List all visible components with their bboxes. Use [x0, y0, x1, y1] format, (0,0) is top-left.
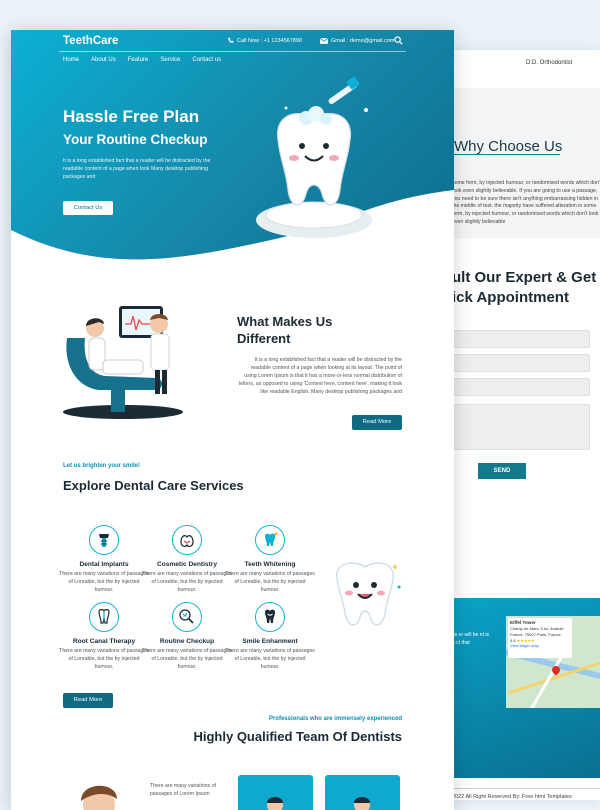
doctor-avatar — [81, 785, 117, 810]
service-title: Root Canal Therapy — [72, 638, 136, 645]
contact-us-button[interactable]: Contact Us — [63, 201, 113, 215]
service-card[interactable]: Root Canal Therapy There are many variat… — [59, 602, 149, 671]
contact-bar: Call Now : +1 1234567890 Gmail : demo@gm… — [227, 37, 394, 44]
tooth-mascot-illustration — [256, 76, 372, 238]
service-card[interactable]: Teeth Whitening There are many variation… — [225, 525, 315, 594]
root-canal-icon — [89, 602, 119, 632]
search-icon[interactable] — [394, 36, 403, 45]
why-choose-text: some form, by injected humour, or random… — [452, 180, 600, 225]
checkup-icon — [172, 602, 202, 632]
call-number[interactable]: Call Now : +1 1234567890 — [237, 38, 302, 44]
dentist-card[interactable] — [325, 775, 400, 810]
email-address[interactable]: Gmail : demo@gmail.com — [331, 38, 394, 44]
service-text: There are many variations of passages of… — [225, 648, 315, 670]
message-field[interactable] — [452, 404, 590, 450]
doctor-caption: D.D. Orthodontist — [526, 60, 573, 66]
different-title: What Makes Us Different — [237, 314, 332, 348]
different-text: It is a long established fact that a rea… — [238, 357, 402, 396]
consult-line-1: ult Our Expert & Get — [452, 269, 597, 286]
dentist-avatar — [267, 797, 283, 810]
services-read-more-button[interactable]: Read More — [63, 693, 113, 708]
consult-line-2: ick Appointment — [452, 289, 569, 307]
map-info-card: Eiffel Tower Champ de Mars, 5 Av. Anatol… — [508, 618, 572, 658]
main-page: TeethCare Call Now : +1 1234567890 Gmail… — [11, 30, 454, 810]
read-more-button[interactable]: Read More — [352, 415, 402, 430]
service-text: There are many variations of passages of… — [59, 571, 149, 593]
services-tagline: Let us brighten your smile! — [63, 463, 141, 469]
dentist-avatar — [354, 797, 370, 810]
implant-icon — [89, 525, 119, 555]
main-nav: Home About Us Feature Service Contact us — [63, 57, 221, 63]
service-title: Routine Checkup — [159, 638, 215, 645]
service-card[interactable]: Dental Implants There are many variation… — [59, 525, 149, 594]
nav-about[interactable]: About Us — [91, 57, 116, 63]
dentist-card[interactable] — [238, 775, 313, 810]
nav-home[interactable]: Home — [63, 57, 79, 63]
map-embed[interactable]: Eiffel Tower Champ de Mars, 5 Av. Anatol… — [506, 616, 600, 708]
site-logo[interactable]: TeethCare — [63, 35, 118, 47]
services-title: Explore Dental Care Services — [63, 478, 244, 493]
service-title: Dental Implants — [79, 561, 129, 568]
service-card[interactable]: Smile Enhanment There are many variation… — [225, 602, 315, 671]
rating-value: 4.6 — [510, 637, 516, 643]
service-text: There are many variations of passages of… — [142, 648, 232, 670]
team-text: There are many variations of passages of… — [150, 783, 217, 798]
footer-divider — [450, 788, 600, 789]
name-field[interactable] — [452, 330, 590, 348]
send-button[interactable]: SEND — [478, 463, 526, 479]
service-card[interactable]: Cosmetic Dentistry There are many variat… — [142, 525, 232, 594]
service-title: Teeth Whitening — [244, 561, 296, 568]
hero-text: It is a long established fact that a rea… — [63, 158, 211, 181]
background-page: D.D. Orthodontist Why Choose Us some for… — [450, 50, 600, 800]
nav-feature[interactable]: Feature — [128, 57, 149, 63]
email-field[interactable] — [452, 354, 590, 372]
different-title-line-1: What Makes Us — [237, 314, 333, 329]
dentist-chair-illustration — [63, 306, 183, 419]
map-link[interactable]: View larger map — [510, 643, 570, 649]
map-address: Champ de Mars, 5 Av. Anatole France, 750… — [510, 626, 564, 638]
nav-service[interactable]: Service — [160, 57, 180, 63]
phone-icon — [228, 37, 234, 43]
nav-contact[interactable]: Contact us — [192, 57, 221, 63]
service-title: Smile Enhanment — [242, 638, 298, 645]
consult-heading: ult Our Expert & Get ick Appointment — [452, 268, 600, 309]
title-underline — [454, 154, 560, 155]
copyright-text: 2022 All Right Reserved By: Free html Te… — [452, 794, 572, 800]
nav-divider — [59, 51, 406, 52]
service-title: Cosmetic Dentistry — [156, 561, 218, 568]
footer-text: gs er will be nt is a ct that — [452, 632, 489, 646]
mail-icon — [319, 37, 328, 44]
team-tagline: Professionals who are immensely experien… — [268, 716, 402, 722]
phone-field[interactable] — [452, 378, 590, 396]
cosmetic-icon — [172, 525, 202, 555]
different-title-line-2: Different — [237, 330, 291, 346]
why-choose-title: Why Choose Us — [454, 138, 563, 155]
service-text: There are many variations of passages of… — [142, 571, 232, 593]
tooth-mascot-small — [336, 562, 401, 626]
team-title: Highly Qualified Team Of Dentists — [193, 729, 402, 744]
hero-subtitle: Your Routine Checkup — [63, 132, 208, 147]
hero-title: Hassle Free Plan — [63, 107, 200, 126]
service-card[interactable]: Routine Checkup There are many variation… — [142, 602, 232, 671]
service-text: There are many variations of passages of… — [59, 648, 149, 670]
whitening-icon — [255, 525, 285, 555]
service-text: There are many variations of passages of… — [225, 571, 315, 593]
smile-icon — [255, 602, 285, 632]
